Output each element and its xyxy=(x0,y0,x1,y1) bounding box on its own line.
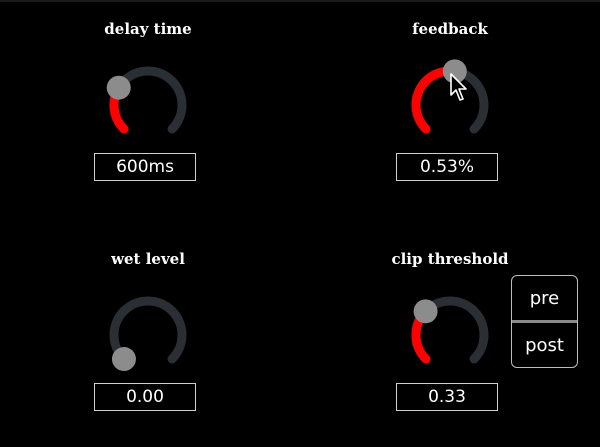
knob-thumb xyxy=(413,299,438,324)
knob-label: feedback xyxy=(412,20,488,38)
feedback-value-field[interactable]: 0.53% xyxy=(396,153,498,181)
post-button[interactable]: post xyxy=(512,323,577,367)
feedback-knob-dial[interactable] xyxy=(400,55,500,155)
wet-level-value-field[interactable]: 0.00 xyxy=(94,383,196,411)
knob-label: wet level xyxy=(111,250,185,268)
clip-threshold-value-field[interactable]: 0.33 xyxy=(396,383,498,411)
mouse-cursor-icon xyxy=(450,73,467,101)
knob-delay-time: delay time 600ms xyxy=(48,0,248,200)
pre-post-toggle: pre post xyxy=(511,275,578,368)
knob-thumb xyxy=(111,347,136,372)
clip-threshold-knob-dial[interactable] xyxy=(400,285,500,385)
knob-wet-level: wet level 0.00 xyxy=(48,230,248,430)
delay-time-knob-dial[interactable] xyxy=(98,55,198,155)
pre-button[interactable]: pre xyxy=(512,276,577,320)
knob-thumb xyxy=(106,75,131,100)
wet-level-knob-dial[interactable] xyxy=(98,285,198,385)
delay-time-value-field[interactable]: 600ms xyxy=(94,153,196,181)
knob-label: clip threshold xyxy=(391,250,509,268)
knob-label: delay time xyxy=(104,20,192,38)
